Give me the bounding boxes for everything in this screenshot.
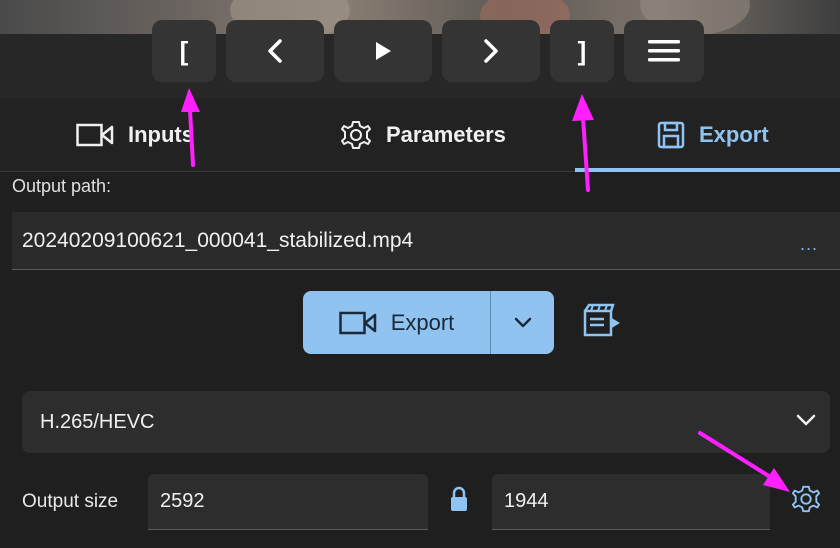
mark-out-label: ]	[577, 35, 587, 66]
codec-selected-value: H.265/HEVC	[40, 410, 155, 433]
lock-icon	[451, 486, 467, 511]
export-button[interactable]: Export	[303, 291, 490, 354]
output-width-input[interactable]: 2592	[148, 474, 428, 530]
playback-toolbar: [ ]	[152, 20, 704, 82]
chevron-left-icon	[268, 39, 282, 63]
export-options-dropdown[interactable]	[491, 291, 554, 354]
tab-export[interactable]: Export	[657, 98, 769, 172]
chevron-down-icon	[796, 414, 816, 426]
menu-button[interactable]	[624, 20, 704, 82]
mark-in-button[interactable]: [	[152, 20, 216, 82]
tab-bar: Inputs Parameters Export	[0, 98, 840, 172]
mark-in-label: [	[179, 35, 189, 66]
next-frame-button[interactable]	[442, 20, 540, 82]
clapperboard-queue-icon	[583, 303, 620, 337]
add-to-render-queue-button[interactable]	[582, 303, 622, 344]
tab-parameters[interactable]: Parameters	[340, 98, 506, 172]
mark-out-button[interactable]: ]	[550, 20, 614, 82]
browse-path-button[interactable]: ...	[800, 234, 818, 255]
output-path-value: 20240209100621_000041_stabilized.mp4	[22, 228, 414, 252]
export-split-button: Export	[303, 291, 554, 354]
tab-inputs[interactable]: Inputs	[76, 98, 194, 172]
chevron-down-icon	[514, 317, 531, 327]
gear-icon	[791, 485, 821, 513]
codec-select[interactable]: H.265/HEVC	[22, 391, 830, 453]
video-camera-icon	[76, 123, 114, 147]
output-height-input[interactable]: 1944	[492, 474, 770, 530]
active-tab-indicator	[575, 168, 840, 172]
export-button-label: Export	[390, 309, 455, 335]
hamburger-menu-icon	[648, 40, 680, 62]
play-icon	[376, 42, 391, 60]
gear-icon	[340, 119, 372, 151]
output-width-value: 2592	[160, 490, 205, 512]
previous-frame-button[interactable]	[226, 20, 324, 82]
output-path-label: Output path:	[12, 176, 112, 196]
video-camera-icon	[338, 311, 376, 334]
chevron-right-icon	[484, 39, 498, 63]
tab-inputs-label: Inputs	[128, 122, 194, 147]
play-button[interactable]	[334, 20, 432, 82]
output-size-settings-button[interactable]	[791, 484, 821, 519]
aspect-ratio-lock-button[interactable]	[449, 486, 469, 517]
tab-export-label: Export	[699, 122, 769, 147]
output-size-label: Output size	[22, 491, 119, 512]
floppy-disk-icon	[657, 121, 685, 149]
output-height-value: 1944	[504, 490, 549, 512]
output-path-field[interactable]: 20240209100621_000041_stabilized.mp4 ...	[12, 212, 840, 270]
tab-parameters-label: Parameters	[386, 122, 506, 147]
